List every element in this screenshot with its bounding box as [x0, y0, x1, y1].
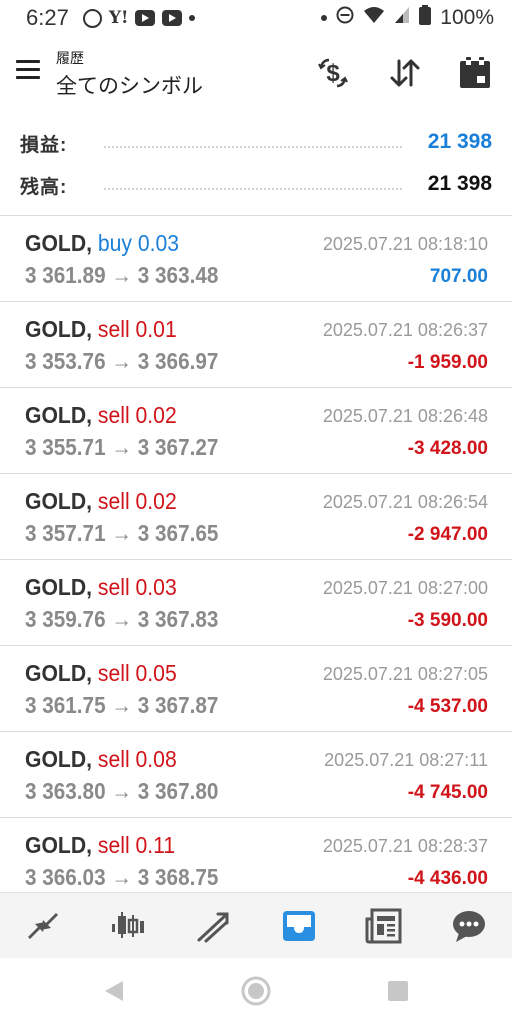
trade-row[interactable]: GOLD, sell 0.08 3 363.80 → 3 367.80 2025… — [0, 732, 512, 818]
trade-prices: 3 355.71 → 3 367.27 — [25, 434, 219, 460]
calendar-icon[interactable] — [456, 54, 494, 92]
trade-prices: 3 361.75 → 3 367.87 — [25, 692, 219, 718]
recents-icon[interactable] — [381, 974, 415, 1008]
back-icon[interactable] — [97, 974, 131, 1008]
trade-prices: 3 359.76 → 3 367.83 — [25, 606, 219, 632]
trade-time: 2025.07.21 08:27:00 — [322, 578, 488, 598]
status-dot-icon — [321, 15, 328, 21]
notification-app-icon — [82, 8, 102, 28]
trade-history-list[interactable]: GOLD, buy 0.03 3 361.89 → 3 363.48 2025.… — [0, 216, 512, 892]
trade-side: sell 0.11 — [97, 832, 176, 858]
dotted-leader — [104, 188, 402, 190]
trade-time: 2025.07.21 08:26:48 — [322, 406, 488, 426]
trade-profit: 707.00 — [429, 266, 488, 287]
menu-icon[interactable] — [16, 60, 40, 80]
status-time: 6:27 — [26, 5, 69, 30]
profit-label: 損益: — [20, 135, 68, 156]
trade-symbol: GOLD, — [25, 746, 93, 772]
trade-row[interactable]: GOLD, sell 0.11 3 366.03 → 3 368.75 2025… — [0, 818, 512, 892]
chart-icon[interactable] — [106, 904, 150, 948]
notification-icons: Y! — [82, 8, 196, 28]
chat-icon[interactable] — [447, 904, 491, 948]
trade-time: 2025.07.21 08:26:37 — [322, 320, 488, 340]
trade-time: 2025.07.21 08:26:54 — [322, 492, 488, 512]
trade-prices: 3 357.71 → 3 367.65 — [25, 520, 219, 546]
trade-side: sell 0.02 — [97, 488, 177, 514]
trade-profit: -4 745.00 — [407, 782, 488, 803]
trade-row[interactable]: GOLD, sell 0.03 3 359.76 → 3 367.83 2025… — [0, 560, 512, 646]
wifi-icon — [363, 6, 385, 30]
app-header: 履歴 全てのシンボル $ — [0, 40, 512, 110]
youtube-notification-icon — [135, 10, 156, 26]
sort-icon[interactable] — [386, 54, 424, 92]
trade-profit: -2 947.00 — [407, 524, 488, 545]
trade-profit: -4 436.00 — [407, 868, 488, 889]
trade-prices: 3 363.80 → 3 367.80 — [25, 778, 219, 804]
news-icon[interactable] — [362, 904, 406, 948]
trade-symbol: GOLD, — [25, 402, 93, 428]
trade-symbol: GOLD, — [25, 316, 93, 342]
page-subtitle: 履歴 — [56, 50, 84, 66]
trade-time: 2025.07.21 08:28:37 — [322, 836, 488, 856]
trade-side: sell 0.05 — [97, 660, 177, 686]
trade-row[interactable]: GOLD, sell 0.02 3 357.71 → 3 367.65 2025… — [0, 474, 512, 560]
balance-label: 残高: — [20, 177, 68, 198]
battery-percent: 100% — [440, 6, 494, 29]
profit-value: 21 398 — [427, 130, 492, 153]
signal-icon — [394, 6, 410, 30]
trade-prices: 3 361.89 → 3 363.48 — [25, 262, 219, 288]
quotes-icon[interactable] — [21, 904, 65, 948]
trade-symbol: GOLD, — [25, 574, 93, 600]
trade-symbol: GOLD, — [25, 230, 93, 256]
trade-prices: 3 366.03 → 3 368.75 — [25, 864, 219, 890]
profit-summary-row: 損益: 21 398 — [0, 128, 512, 162]
history-icon[interactable] — [277, 904, 321, 948]
trade-profit: -1 959.00 — [407, 352, 488, 373]
system-navigation-bar — [0, 958, 512, 1024]
trade-symbol: GOLD, — [25, 488, 93, 514]
yahoo-notification-icon: Y! — [108, 8, 129, 28]
trade-row[interactable]: GOLD, buy 0.03 3 361.89 → 3 363.48 2025.… — [0, 216, 512, 302]
trade-side: sell 0.08 — [97, 746, 177, 772]
trade-time: 2025.07.21 08:18:10 — [322, 234, 488, 254]
trade-symbol: GOLD, — [25, 660, 93, 686]
battery-icon — [419, 5, 432, 31]
balance-summary-row: 残高: 21 398 — [0, 170, 512, 204]
svg-text:$: $ — [326, 60, 340, 87]
dnd-icon — [336, 6, 354, 30]
trade-profit: -4 537.00 — [407, 696, 488, 717]
trade-row[interactable]: GOLD, sell 0.02 3 355.71 → 3 367.27 2025… — [0, 388, 512, 474]
trade-side: sell 0.02 — [97, 402, 177, 428]
bottom-navigation — [0, 892, 512, 958]
page-title[interactable]: 全てのシンボル — [56, 70, 203, 100]
dollar-exchange-icon[interactable]: $ — [314, 54, 352, 92]
trade-prices: 3 353.76 → 3 366.97 — [25, 348, 219, 374]
trade-side: sell 0.01 — [97, 316, 177, 342]
status-bar: 6:27 Y! 100% — [0, 0, 512, 36]
trade-row[interactable]: GOLD, sell 0.05 3 361.75 → 3 367.87 2025… — [0, 646, 512, 732]
trade-profit: -3 590.00 — [407, 610, 488, 631]
more-notifications-icon — [189, 15, 196, 21]
trade-icon[interactable] — [191, 904, 235, 948]
trade-time: 2025.07.21 08:27:11 — [324, 750, 488, 770]
trade-side: buy 0.03 — [97, 230, 180, 256]
trade-side: sell 0.03 — [97, 574, 177, 600]
trade-time: 2025.07.21 08:27:05 — [322, 664, 488, 684]
balance-value: 21 398 — [427, 172, 492, 195]
home-icon[interactable] — [239, 974, 273, 1008]
youtube-notification-icon-2 — [162, 10, 183, 26]
trade-profit: -3 428.00 — [407, 438, 488, 459]
trade-row[interactable]: GOLD, sell 0.01 3 353.76 → 3 366.97 2025… — [0, 302, 512, 388]
dotted-leader — [104, 146, 402, 148]
trade-symbol: GOLD, — [25, 832, 93, 858]
